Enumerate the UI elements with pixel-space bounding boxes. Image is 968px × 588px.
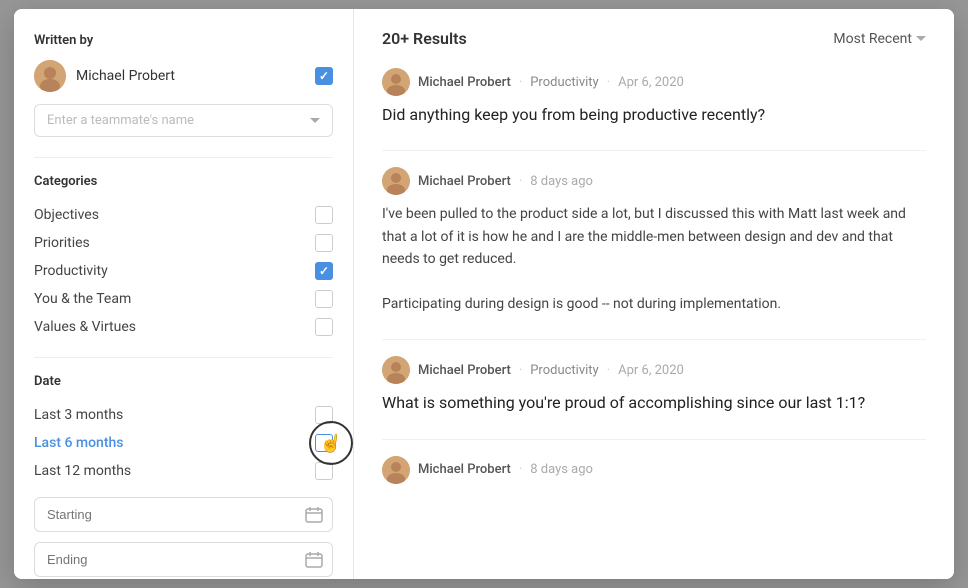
- category-checkbox-you-team[interactable]: [315, 290, 333, 308]
- category-label-you-team: You & the Team: [34, 291, 131, 307]
- result-avatar-3: [382, 356, 410, 384]
- author-name: Michael Probert: [76, 68, 305, 84]
- result-time-4: 8 days ago: [530, 462, 593, 477]
- category-checkbox-values[interactable]: [315, 318, 333, 336]
- starting-date-input[interactable]: [34, 497, 333, 532]
- category-checkbox-priorities[interactable]: [315, 234, 333, 252]
- category-label-priorities: Priorities: [34, 235, 90, 251]
- date-option-12months-label: Last 12 months: [34, 463, 131, 479]
- results-header: 20+ Results Most Recent: [382, 29, 926, 48]
- result-category-1: Productivity: [530, 75, 598, 90]
- result-card-2: Michael Probert · 8 days ago I've been p…: [382, 167, 926, 315]
- result-body-2: I've been pulled to the product side a l…: [382, 203, 926, 315]
- date-option-6months[interactable]: Last 6 months ☝: [34, 429, 333, 457]
- result-avatar-2: [382, 167, 410, 195]
- result-meta-3: Michael Probert · Productivity · Apr 6, …: [382, 356, 926, 384]
- divider-result-3: [382, 439, 926, 440]
- divider-1: [34, 157, 333, 158]
- result-category-3: Productivity: [530, 363, 598, 378]
- ending-calendar-icon: [305, 551, 323, 569]
- starting-calendar-icon: [305, 506, 323, 524]
- categories-label: Categories: [34, 174, 333, 189]
- category-row-you-team: You & the Team: [34, 285, 333, 313]
- result-time-2: 8 days ago: [530, 174, 593, 189]
- date-checkbox-12months[interactable]: [315, 462, 333, 480]
- ending-date-input[interactable]: [34, 542, 333, 577]
- date-option-3months-label: Last 3 months: [34, 407, 123, 423]
- result-card-4: Michael Probert · 8 days ago: [382, 456, 926, 484]
- result-question-1: Did anything keep you from being product…: [382, 104, 926, 126]
- divider-result-2: [382, 339, 926, 340]
- divider-result-1: [382, 150, 926, 151]
- category-row-productivity: Productivity: [34, 257, 333, 285]
- result-question-3: What is something you're proud of accomp…: [382, 392, 926, 414]
- written-by-label: Written by: [34, 33, 333, 48]
- result-avatar-4: [382, 456, 410, 484]
- divider-2: [34, 357, 333, 358]
- result-card-3: Michael Probert · Productivity · Apr 6, …: [382, 356, 926, 414]
- category-label-values: Values & Virtues: [34, 319, 136, 335]
- result-author-1: Michael Probert: [418, 75, 511, 90]
- teammate-input[interactable]: Enter a teammate's name: [34, 104, 333, 137]
- date-option-3months[interactable]: Last 3 months: [34, 401, 333, 429]
- teammate-placeholder: Enter a teammate's name: [47, 113, 194, 128]
- result-date-3: Apr 6, 2020: [618, 363, 684, 378]
- date-label: Date: [34, 374, 333, 389]
- search-modal: Written by Michael Probert Enter a teamm…: [14, 9, 954, 579]
- teammate-dropdown-icon: [310, 118, 320, 123]
- result-author-4: Michael Probert: [418, 462, 511, 477]
- result-meta-1: Michael Probert · Productivity · Apr 6, …: [382, 68, 926, 96]
- starting-date-row: [34, 497, 333, 532]
- category-checkbox-objectives[interactable]: [315, 206, 333, 224]
- category-row-priorities: Priorities: [34, 229, 333, 257]
- date-option-6months-label: Last 6 months: [34, 435, 123, 451]
- right-panel: 20+ Results Most Recent Mic: [354, 9, 954, 579]
- date-checkbox-3months[interactable]: [315, 406, 333, 424]
- category-label-objectives: Objectives: [34, 207, 99, 223]
- result-author-2: Michael Probert: [418, 174, 511, 189]
- result-avatar-1: [382, 68, 410, 96]
- categories-list: Objectives Priorities Productivity You &…: [34, 201, 333, 341]
- left-panel: Written by Michael Probert Enter a teamm…: [14, 9, 354, 579]
- ending-date-row: [34, 542, 333, 577]
- category-label-productivity: Productivity: [34, 263, 108, 279]
- result-card-1: Michael Probert · Productivity · Apr 6, …: [382, 68, 926, 126]
- category-row-objectives: Objectives: [34, 201, 333, 229]
- results-count: 20+ Results: [382, 29, 467, 48]
- result-author-3: Michael Probert: [418, 363, 511, 378]
- category-checkbox-productivity[interactable]: [315, 262, 333, 280]
- author-row: Michael Probert: [34, 60, 333, 92]
- sort-dropdown[interactable]: Most Recent: [833, 31, 926, 47]
- result-meta-2: Michael Probert · 8 days ago: [382, 167, 926, 195]
- author-checkbox[interactable]: [315, 67, 333, 85]
- date-checkbox-6months[interactable]: [315, 434, 333, 452]
- date-option-12months[interactable]: Last 12 months: [34, 457, 333, 485]
- sort-chevron-icon: [916, 36, 926, 41]
- result-meta-4: Michael Probert · 8 days ago: [382, 456, 926, 484]
- category-row-values: Values & Virtues: [34, 313, 333, 341]
- author-avatar: [34, 60, 66, 92]
- result-date-1: Apr 6, 2020: [618, 75, 684, 90]
- sort-label: Most Recent: [833, 31, 912, 47]
